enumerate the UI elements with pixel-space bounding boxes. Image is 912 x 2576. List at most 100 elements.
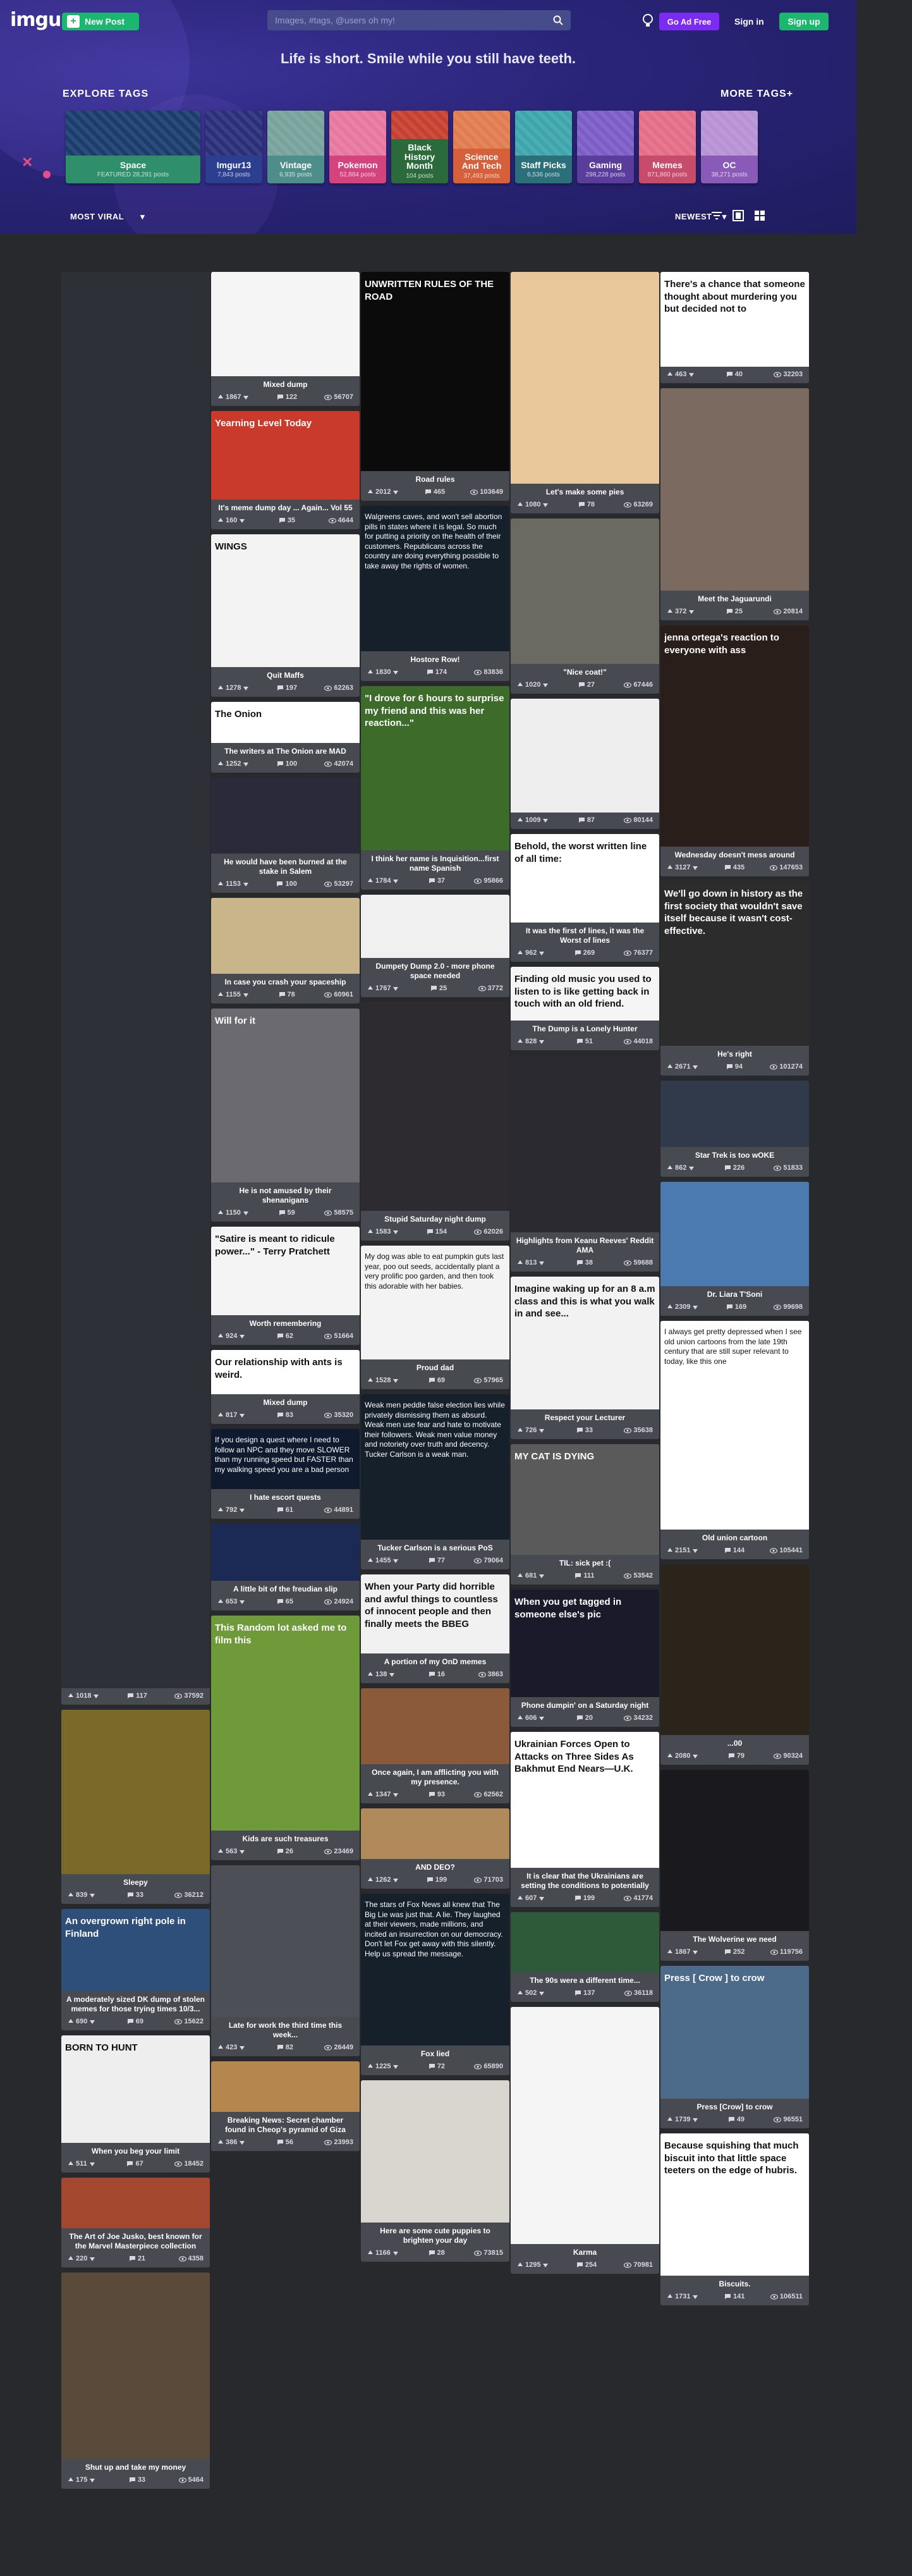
upvote-icon[interactable] [392,669,399,675]
post-title[interactable]: TIL: sick pet :( [511,1555,659,1568]
post-card[interactable]: There's a chance that someone thought ab… [660,272,809,383]
upvote-stat[interactable]: 606 [517,1714,545,1722]
comment-stat[interactable]: 87 [578,816,595,824]
post-card[interactable]: Weak men peddle false election lies whil… [361,1394,509,1569]
post-title[interactable]: Late for work the third time this week..… [211,2017,360,2040]
post-card[interactable]: Walgreens caves, and won't sell abortion… [361,506,509,681]
downvote-icon[interactable] [688,371,695,377]
post-title[interactable]: The writers at The Onion are MAD [211,743,360,756]
upvote-stat[interactable]: 653 [217,1598,245,1605]
upvote-icon[interactable] [68,1693,74,1699]
comment-stat[interactable]: 77 [429,1557,445,1564]
post-card[interactable]: The stars of Fox News all knew that The … [361,1894,509,2075]
upvote-icon[interactable] [239,1848,245,1855]
downvote-icon[interactable] [239,1333,245,1339]
upvote-icon[interactable] [239,2044,245,2051]
downvote-icon[interactable] [89,2161,95,2167]
post-title[interactable]: Once again, I am afflicting you with my … [361,1764,509,1787]
upvote-icon[interactable] [89,2255,95,2262]
upvote-stat[interactable]: 386 [217,2138,245,2146]
upvote-stat[interactable]: 1252 [217,760,249,768]
upvote-stat[interactable]: 862 [667,1164,695,1172]
post-title[interactable]: Wednesday doesn't mess around [660,847,809,860]
downvote-icon[interactable] [243,394,249,400]
comment-stat[interactable]: 154 [427,1228,447,1236]
downvote-icon[interactable] [538,1895,545,1901]
post-image[interactable]: Our relationship with ants is weird. [211,1350,360,1394]
comment-stat[interactable]: 174 [427,668,447,676]
post-image[interactable]: An overgrown right pole in Finland [61,1909,210,1991]
comment-stat[interactable]: 94 [726,1063,743,1070]
post-card[interactable]: Will for it He is not amused by their she… [211,1009,360,1222]
post-image[interactable] [211,1524,360,1581]
post-card[interactable]: My dog was able to eat pumpkin guts last… [361,1246,509,1389]
post-card[interactable]: The 90s were a different time... 502 137 36… [511,1912,659,2002]
upvote-icon[interactable] [538,1990,545,1996]
upvote-stat[interactable]: 607 [517,1894,545,1902]
upvote-icon[interactable] [392,1557,399,1564]
post-card[interactable]: jenna ortega's reaction to everyone with… [660,625,809,876]
post-title[interactable]: The 90s were a different time... [511,1972,659,1985]
post-title[interactable]: "Nice coat!" [511,664,659,677]
tag-gaming[interactable]: Gaming 298,228 posts [577,111,634,183]
post-card[interactable]: WINGS Quit Maffs 1278 197 62263 [211,534,360,697]
post-image[interactable] [211,778,360,854]
comment-stat[interactable]: 144 [724,1547,745,1554]
comment-stat[interactable]: 79 [728,1752,745,1760]
search-bar[interactable] [267,10,571,30]
post-card[interactable]: Star Trek is too wOKE 862 226 51833 [660,1081,809,1177]
downvote-icon[interactable] [538,1260,545,1266]
upvote-icon[interactable] [517,501,523,508]
downvote-icon[interactable] [243,685,249,691]
upvote-icon[interactable] [538,1427,545,1433]
post-card[interactable]: This Random lot asked me to film this Kid… [211,1616,360,1860]
post-image[interactable]: Walgreens caves, and won't sell abortion… [361,506,509,651]
upvote-icon[interactable] [367,878,374,884]
upvote-icon[interactable] [243,1210,249,1216]
post-title[interactable]: A portion of my OnD memes [361,1653,509,1667]
upvote-icon[interactable] [217,1333,224,1339]
upvote-icon[interactable] [392,985,399,991]
post-card[interactable]: We'll go down in history as the first so… [660,881,809,1076]
post-card[interactable]: Highlights from Keanu Reeves' Reddit AMA… [511,1055,659,1272]
upvote-stat[interactable]: 1150 [217,1209,249,1217]
comment-stat[interactable]: 82 [277,2044,293,2051]
upvote-stat[interactable]: 2151 [667,1547,698,1554]
post-title[interactable]: The Dump is a Lonely Hunter [511,1021,659,1034]
upvote-stat[interactable]: 423 [217,2044,245,2051]
upvote-icon[interactable] [217,761,224,767]
upvote-icon[interactable] [517,817,523,823]
post-title[interactable]: ...00 [660,1735,809,1748]
downvote-icon[interactable] [538,1427,545,1433]
post-title[interactable]: It was the first of lines, it was the Wo… [511,923,659,945]
post-image[interactable]: Finding old music you used to listen to … [511,967,659,1021]
upvote-icon[interactable] [243,881,249,887]
upvote-stat[interactable]: 1867 [667,1948,698,1956]
upvote-stat[interactable]: 372 [667,608,695,615]
upvote-icon[interactable] [243,394,249,400]
upvote-icon[interactable] [89,1892,95,1898]
post-card[interactable]: Dr. Liara T'Soni 2309 169 99698 [660,1182,809,1316]
post-title[interactable]: Quit Maffs [211,667,360,680]
upvote-stat[interactable]: 1583 [367,1228,399,1236]
post-image[interactable] [511,1055,659,1232]
post-card[interactable]: When you get tagged in someone else's pi… [511,1590,659,1727]
downvote-icon[interactable] [392,1377,399,1383]
post-card[interactable]: AND DEO? 1262 199 71703 [361,1808,509,1889]
upvote-icon[interactable] [542,501,549,508]
upvote-icon[interactable] [692,2116,698,2123]
upvote-icon[interactable] [89,2477,95,2483]
post-card[interactable]: Late for work the third time this week..… [211,1865,360,2056]
post-title[interactable]: The Wolverine we need [660,1931,809,1944]
post-image[interactable] [211,1865,360,2017]
upvote-icon[interactable] [542,682,549,688]
downvote-icon[interactable] [688,1165,695,1171]
post-image[interactable] [61,272,210,1688]
post-title[interactable]: A moderately sized DK dump of stolen mem… [61,1991,210,2014]
post-card[interactable]: BORN TO HUNT When you beg your limit 511 67… [61,2035,210,2173]
post-image[interactable] [660,388,809,591]
post-card[interactable]: Finding old music you used to listen to … [511,967,659,1050]
post-title[interactable]: Hostore Row! [361,651,509,665]
sort-most-viral-dropdown[interactable]: MOST VIRAL ▾ [70,212,145,222]
comment-stat[interactable]: 33 [129,2476,145,2484]
